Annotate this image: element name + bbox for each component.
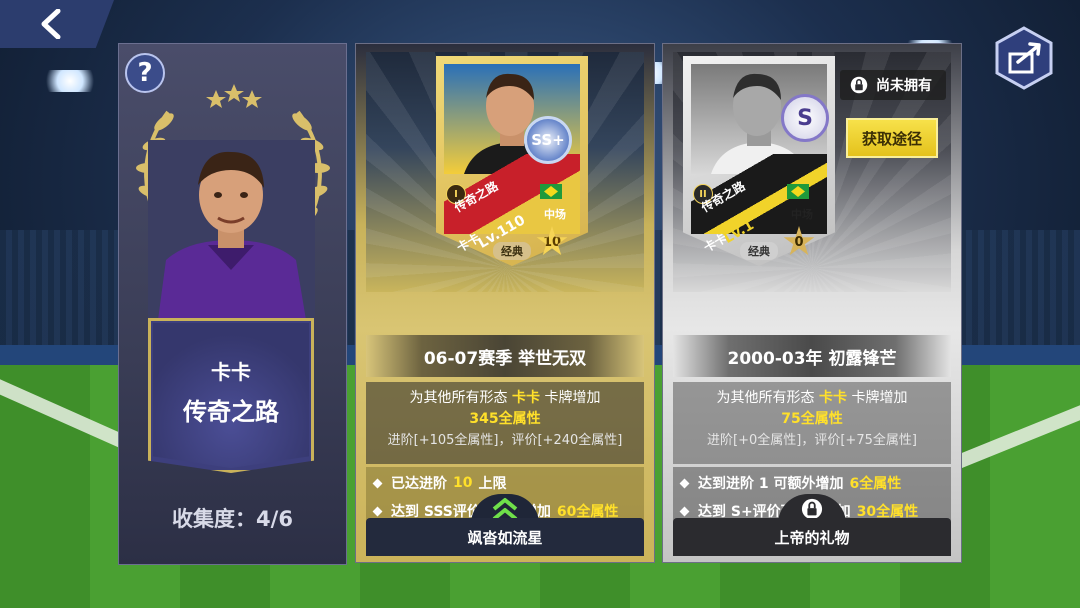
- grade-badge: S: [781, 94, 829, 142]
- form-card-gold[interactable]: SS+ I 传奇之路 Lv.110 卡卡 中场 10 经典 06-07赛季 举世…: [355, 43, 655, 563]
- share-icon: [995, 26, 1053, 90]
- card-position: 中场: [544, 208, 566, 221]
- back-button[interactable]: [0, 0, 114, 48]
- player-card-ss-plus[interactable]: SS+ I 传奇之路 Lv.110 卡卡 中场 10 经典: [436, 56, 588, 266]
- collection-title: 传奇之路: [183, 398, 279, 426]
- tab-form-silver[interactable]: 上帝的礼物: [673, 518, 951, 556]
- player-portrait: [148, 140, 315, 320]
- tab-form-gold[interactable]: 飒沓如流星: [366, 518, 644, 556]
- bullet-item: 达到进阶 1 可额外增加 6全属性: [679, 473, 901, 493]
- collection-progress: 收集度：4/6: [172, 507, 293, 531]
- brazil-flag-icon: [540, 184, 562, 199]
- back-arrow-icon: [41, 9, 61, 39]
- season-title: 2000-03年 初露锋芒: [673, 335, 951, 377]
- card-position: 中场: [791, 208, 813, 221]
- card-category: 经典: [493, 242, 531, 260]
- lock-icon: [850, 76, 868, 94]
- not-owned-badge: 尚未拥有: [840, 70, 946, 100]
- card-category: 经典: [740, 242, 778, 260]
- player-card-s[interactable]: S II 传奇之路 Lv.1 卡卡 中场 0 经典: [683, 56, 835, 266]
- season-title: 06-07赛季 举世无双: [366, 335, 644, 377]
- grade-badge: SS+: [524, 116, 572, 164]
- brazil-flag-icon: [787, 184, 809, 199]
- bonus-description: 为其他所有形态 卡卡 卡牌增加 345全属性 进阶[+105全属性]，评价[+2…: [366, 382, 644, 464]
- share-button[interactable]: [994, 26, 1054, 90]
- bullet-item: 已达进阶 10 上限: [372, 473, 506, 493]
- bonus-description: 为其他所有形态 卡卡 卡牌增加 75全属性 进阶[+0全属性]，评价[+75全属…: [673, 382, 951, 464]
- player-name: 卡卡: [211, 360, 251, 384]
- obtain-method-button[interactable]: 获取途径: [846, 118, 938, 158]
- player-banner: 卡卡 传奇之路: [148, 318, 314, 473]
